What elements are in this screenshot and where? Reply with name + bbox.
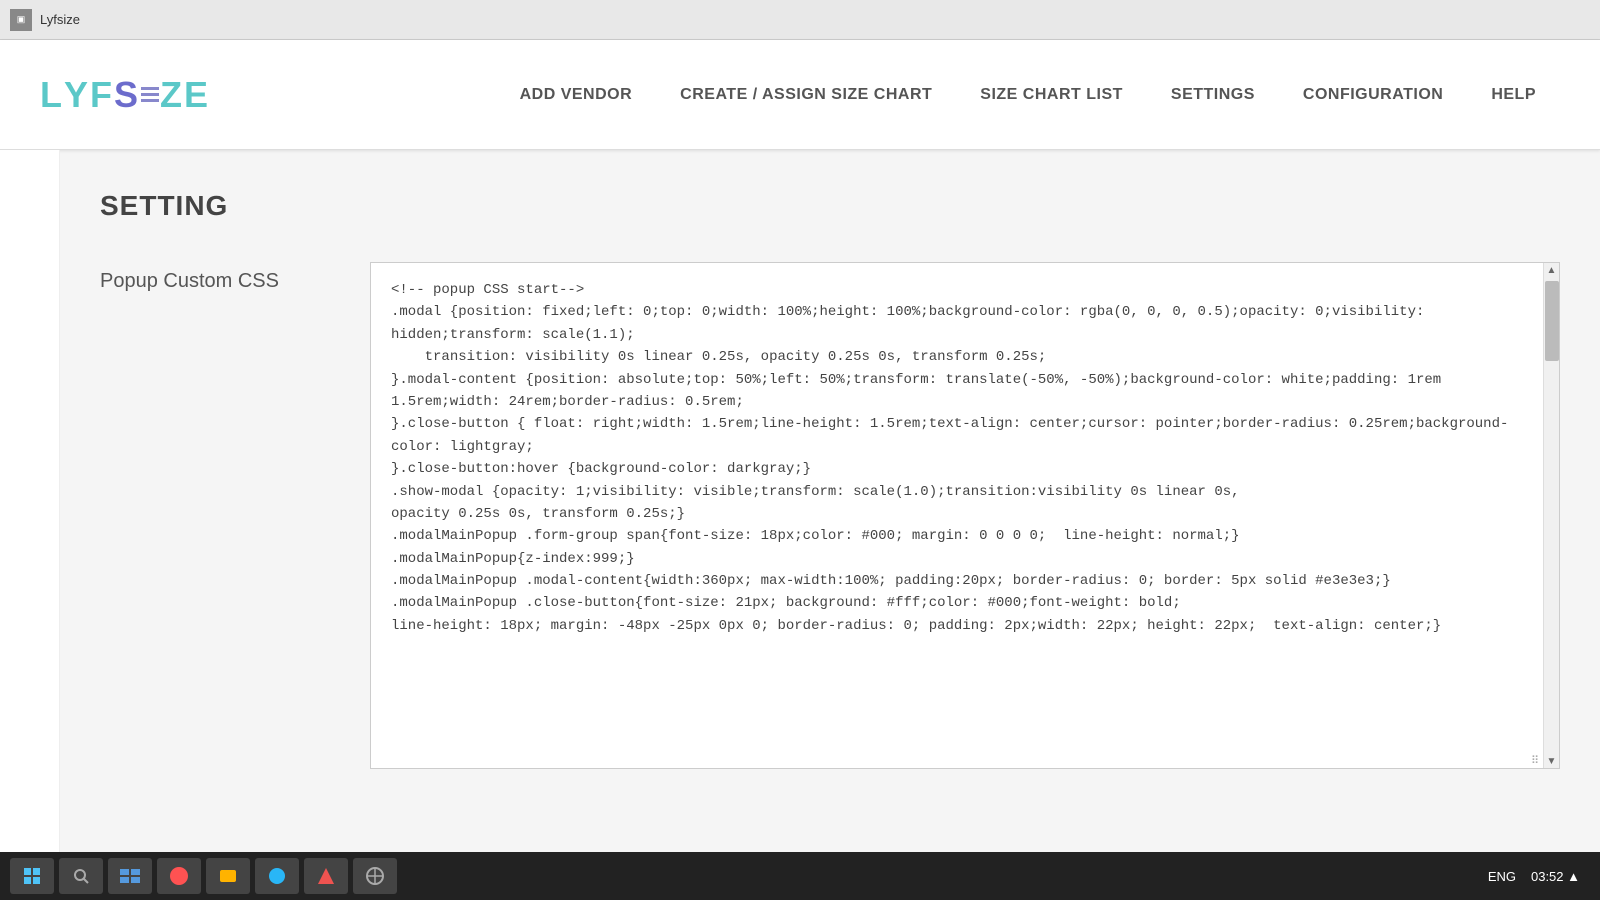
- nav-menu: ADD VENDOR CREATE / ASSIGN SIZE CHART SI…: [496, 86, 1560, 104]
- taskbar-app4[interactable]: [255, 858, 299, 894]
- app-icon: ▣: [10, 9, 32, 31]
- css-editor-wrapper: <!-- popup CSS start--> .modal {position…: [370, 262, 1560, 769]
- css-editor-textarea[interactable]: <!-- popup CSS start--> .modal {position…: [371, 263, 1559, 763]
- app-title: Lyfsize: [40, 12, 80, 27]
- taskbar-app5[interactable]: [304, 858, 348, 894]
- logo-letter-s: S: [114, 74, 140, 116]
- taskbar-app2[interactable]: [157, 858, 201, 894]
- content-area: SETTING Popup Custom CSS <!-- popup CSS …: [60, 150, 1600, 900]
- main-content: SETTING Popup Custom CSS <!-- popup CSS …: [0, 150, 1600, 900]
- scroll-thumb[interactable]: [1545, 281, 1559, 361]
- logo-letter-z: Z: [160, 74, 184, 116]
- taskbar-app1[interactable]: [108, 858, 152, 894]
- logo-letter-l: L: [40, 74, 64, 116]
- sidebar: [0, 150, 60, 900]
- taskbar-app3[interactable]: [206, 858, 250, 894]
- popup-css-label: Popup Custom CSS: [100, 262, 340, 293]
- nav-settings[interactable]: SETTINGS: [1147, 86, 1279, 104]
- scroll-up-arrow[interactable]: ▲: [1545, 263, 1559, 277]
- nav-size-chart-list[interactable]: SIZE CHART LIST: [956, 86, 1147, 104]
- taskbar-language: ENG: [1488, 869, 1516, 884]
- nav-help[interactable]: HELP: [1467, 86, 1560, 104]
- top-nav: L Y F S Z E ADD VENDOR CREATE / ASSIGN S…: [0, 40, 1600, 150]
- section-title: SETTING: [100, 190, 1560, 222]
- logo-letter-f: F: [90, 74, 114, 116]
- scrollbar[interactable]: ▲ ▼: [1543, 263, 1559, 768]
- logo[interactable]: L Y F S Z E: [40, 74, 210, 116]
- nav-add-vendor[interactable]: ADD VENDOR: [496, 86, 657, 104]
- logo-letter-y: Y: [64, 74, 90, 116]
- title-bar: ▣ Lyfsize: [0, 0, 1600, 40]
- logo-lines-decoration: [141, 87, 159, 102]
- taskbar-search[interactable]: [59, 858, 103, 894]
- logo-letter-e: E: [184, 74, 210, 116]
- resize-handle[interactable]: ⠿: [1527, 752, 1543, 768]
- nav-configuration[interactable]: CONFIGURATION: [1279, 86, 1467, 104]
- taskbar-clock: 03:52 ▲: [1531, 869, 1590, 884]
- scroll-down-arrow[interactable]: ▼: [1545, 754, 1559, 768]
- setting-row: Popup Custom CSS <!-- popup CSS start-->…: [100, 262, 1560, 769]
- nav-create-assign[interactable]: CREATE / ASSIGN SIZE CHART: [656, 86, 956, 104]
- taskbar-start[interactable]: [10, 858, 54, 894]
- taskbar-app6[interactable]: [353, 858, 397, 894]
- taskbar: ENG 03:52 ▲: [0, 852, 1600, 900]
